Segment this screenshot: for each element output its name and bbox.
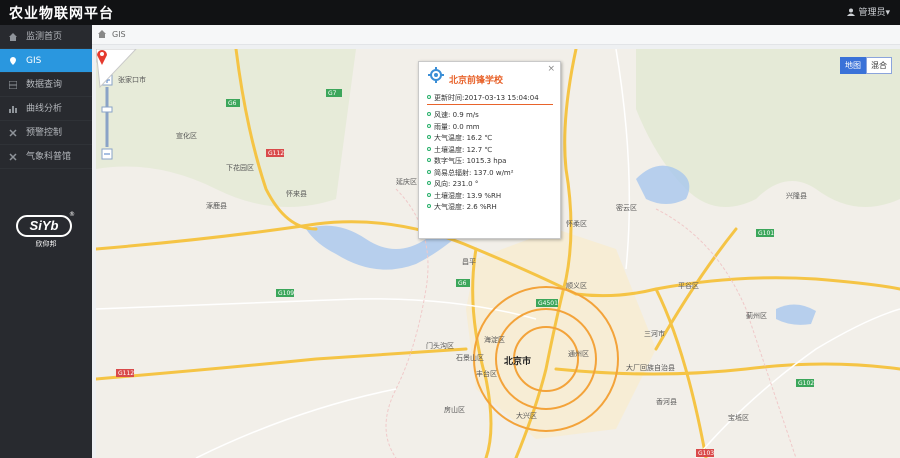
map-label: 宣化区 — [176, 132, 197, 140]
reading-item: 大气湿度: 2.6 %RH — [427, 202, 559, 214]
station-info-popup: 北京前锋学校 × 更新时间:2017-03-13 15:04:04 风速: 0.… — [418, 61, 561, 239]
map-label: 大兴区 — [516, 412, 537, 420]
map-label: 房山区 — [444, 406, 465, 414]
svg-text:G109: G109 — [278, 290, 294, 297]
reading-item: 大气温度: 16.2 ℃ — [427, 133, 559, 145]
map-label: 延庆区 — [396, 178, 417, 186]
map-label: 宝坻区 — [728, 414, 749, 422]
map-label: 大厂回族自治县 — [626, 364, 675, 372]
svg-text:G6: G6 — [228, 100, 237, 107]
user-menu[interactable]: 管理员▾ — [847, 5, 890, 18]
svg-text:G7: G7 — [328, 90, 337, 97]
popup-updated-time: 更新时间:2017-03-13 15:04:04 — [427, 93, 539, 103]
weather-icon — [9, 153, 17, 161]
svg-text:G102: G102 — [798, 380, 814, 387]
location-marker-icon[interactable] — [96, 49, 108, 65]
logo-registered: ® — [69, 211, 75, 218]
map-label: 涿鹿县 — [206, 202, 227, 210]
svg-text:G6: G6 — [458, 280, 467, 287]
map-label: 门头沟区 — [426, 342, 454, 350]
map-label: 香河县 — [656, 398, 677, 406]
sidebar-item-label: GIS — [26, 56, 42, 66]
alert-icon — [9, 129, 17, 137]
reading-item: 数字气压: 1015.3 hpa — [427, 156, 559, 168]
app-title: 农业物联网平台 — [9, 6, 114, 22]
home-icon — [9, 33, 17, 41]
close-icon[interactable]: × — [547, 64, 555, 74]
location-icon — [10, 57, 16, 65]
map-label: 石景山区 — [456, 354, 484, 362]
sidebar: 监测首页 GIS 数据查询 曲线分析 预警控制 气象科普馆 SiYb ® 欣仰邦 — [0, 25, 97, 458]
top-bar: 农业物联网平台 管理员▾ — [0, 0, 900, 25]
svg-text:G101: G101 — [758, 230, 774, 237]
map-label: 海淀区 — [484, 336, 505, 344]
map-label: 密云区 — [616, 204, 637, 212]
brand-logo: SiYb ® 欣仰邦 — [16, 211, 76, 251]
sidebar-item-monitor-home[interactable]: 监测首页 — [0, 25, 92, 49]
reading-item: 土壤湿度: 13.9 %RH — [427, 191, 559, 203]
home-icon[interactable] — [98, 30, 106, 38]
popup-divider — [427, 104, 553, 105]
map-label: 怀柔区 — [566, 220, 587, 228]
sidebar-item-label: 数据查询 — [26, 80, 63, 90]
map-label: 昌平 — [462, 258, 476, 266]
svg-text:G4501: G4501 — [538, 300, 558, 307]
sidebar-item-label: 曲线分析 — [26, 104, 63, 114]
zoom-slider-handle[interactable] — [101, 106, 113, 113]
map-type-map-button[interactable]: 地图 — [840, 57, 866, 74]
map-label: 怀来县 — [286, 190, 307, 198]
map-label: 平谷区 — [678, 282, 699, 290]
logo-subtitle: 欣仰邦 — [35, 240, 57, 248]
gis-map[interactable]: G6 G7 G6 G101 G4501 G109 G102 G112 G103 … — [96, 49, 900, 458]
map-label: 顺义区 — [566, 282, 587, 290]
sidebar-item-data-query[interactable]: 数据查询 — [0, 73, 92, 97]
map-label: 通州区 — [568, 350, 589, 358]
map-label: 三河市 — [644, 330, 665, 338]
sidebar-item-label: 气象科普馆 — [26, 152, 72, 162]
breadcrumb: GIS — [92, 25, 900, 45]
sensor-readings-list: 风速: 0.9 m/s 雨量: 0.0 mm 大气温度: 16.2 ℃ 土壤温度… — [427, 110, 559, 214]
svg-text:G112: G112 — [118, 370, 134, 377]
breadcrumb-current: GIS — [112, 30, 126, 39]
sidebar-item-weather-science[interactable]: 气象科普馆 — [0, 145, 92, 169]
map-label: 蓟州区 — [746, 312, 767, 320]
sidebar-item-label: 预警控制 — [26, 128, 63, 138]
chart-icon — [9, 106, 17, 113]
sidebar-item-alarm-control[interactable]: 预警控制 — [0, 121, 92, 145]
user-icon — [847, 8, 856, 16]
svg-text:G103: G103 — [698, 450, 714, 457]
reading-item: 风速: 0.9 m/s — [427, 110, 559, 122]
sidebar-item-gis[interactable]: GIS — [0, 49, 97, 73]
reading-item: 土壤温度: 12.7 ℃ — [427, 145, 559, 157]
main-content: GIS G6 G7 G6 G101 G4501 G109 G102 G112 G… — [92, 25, 900, 458]
reading-item: 雨量: 0.0 mm — [427, 122, 559, 134]
map-label: 丰台区 — [476, 370, 497, 378]
gear-icon — [428, 67, 444, 83]
user-menu-label: 管理员▾ — [858, 8, 890, 18]
map-type-hybrid-button[interactable]: 混合 — [866, 57, 892, 74]
map-label: 下花园区 — [226, 164, 254, 172]
map-label: 兴隆县 — [786, 192, 807, 200]
map-label: 北京市 — [504, 357, 532, 367]
reading-item: 风向: 231.0 ° — [427, 179, 559, 191]
popup-title: 北京前锋学校 — [449, 76, 504, 86]
table-icon — [9, 81, 17, 89]
logo-mark: SiYb — [16, 215, 72, 237]
sidebar-item-label: 监测首页 — [26, 32, 63, 42]
sidebar-item-curve-analysis[interactable]: 曲线分析 — [0, 97, 92, 121]
svg-text:G112: G112 — [268, 150, 284, 157]
map-type-switch: 地图 混合 — [840, 57, 892, 74]
reading-item: 简易总辐射: 137.0 w/m² — [427, 168, 559, 180]
